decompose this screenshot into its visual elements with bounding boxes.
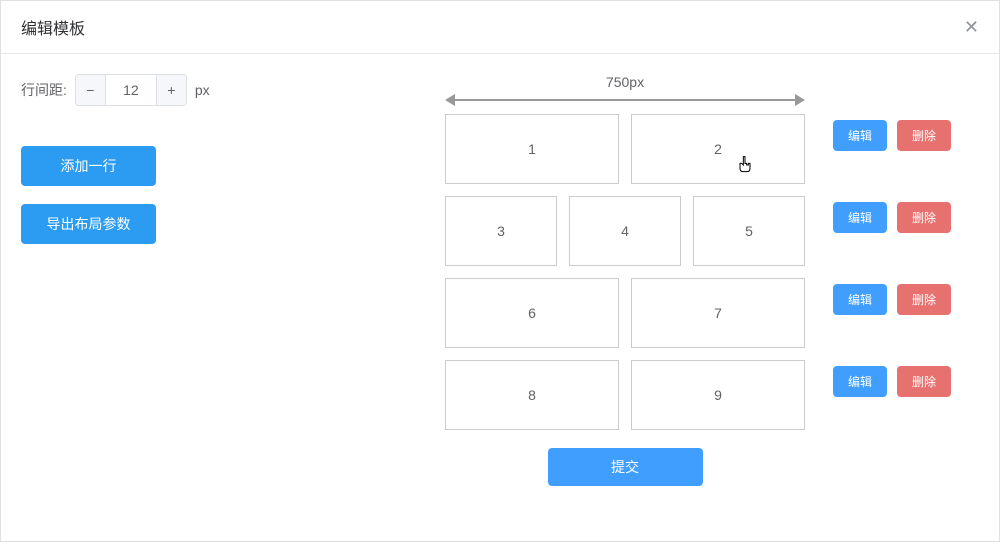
layout-area: 1 2 编辑 删除 3 4 5 编辑 (445, 114, 805, 430)
delete-row-button[interactable]: 删除 (897, 284, 951, 315)
edit-row-button[interactable]: 编辑 (833, 202, 887, 233)
edit-row-button[interactable]: 编辑 (833, 366, 887, 397)
row-actions: 编辑 删除 (833, 120, 951, 151)
add-row-button[interactable]: 添加一行 (21, 146, 156, 186)
left-panel: 行间距: − + px 添加一行 导出布局参数 (21, 74, 251, 486)
row-actions: 编辑 删除 (833, 284, 951, 315)
layout-cell[interactable]: 1 (445, 114, 619, 184)
layout-row: 3 4 5 (445, 196, 805, 266)
edit-template-modal: 编辑模板 ✕ 行间距: − + px 添加一行 导出布局参数 750px (0, 0, 1000, 542)
center-panel: 750px 1 2 编辑 删除 (271, 74, 979, 486)
row-spacing-control: 行间距: − + px (21, 74, 251, 106)
row-actions: 编辑 删除 (833, 366, 951, 397)
arrow-left-icon (445, 94, 455, 106)
delete-row-button[interactable]: 删除 (897, 120, 951, 151)
edit-row-button[interactable]: 编辑 (833, 284, 887, 315)
edit-row-button[interactable]: 编辑 (833, 120, 887, 151)
layout-cell[interactable]: 3 (445, 196, 557, 266)
spacing-stepper: − + (75, 74, 187, 106)
layout-cell[interactable]: 8 (445, 360, 619, 430)
increase-button[interactable]: + (156, 75, 186, 105)
delete-row-button[interactable]: 删除 (897, 202, 951, 233)
layout-cell[interactable]: 7 (631, 278, 805, 348)
width-ruler: 750px (445, 94, 805, 106)
layout-cell[interactable]: 9 (631, 360, 805, 430)
submit-row: 提交 (548, 448, 703, 486)
modal-body: 行间距: − + px 添加一行 导出布局参数 750px (1, 54, 999, 506)
spacing-unit: px (195, 82, 210, 98)
layout-row: 8 9 (445, 360, 805, 430)
modal-header: 编辑模板 ✕ (1, 1, 999, 54)
submit-button[interactable]: 提交 (548, 448, 703, 486)
layout-cell[interactable]: 4 (569, 196, 681, 266)
layout-cell[interactable]: 5 (693, 196, 805, 266)
layout-row: 1 2 (445, 114, 805, 184)
arrow-right-icon (795, 94, 805, 106)
close-icon[interactable]: ✕ (964, 18, 979, 36)
decrease-button[interactable]: − (76, 75, 106, 105)
row-actions: 编辑 删除 (833, 202, 951, 233)
row-spacing-label: 行间距: (21, 80, 67, 100)
delete-row-button[interactable]: 删除 (897, 366, 951, 397)
modal-title: 编辑模板 (21, 15, 85, 39)
layout-row: 6 7 (445, 278, 805, 348)
ruler-line (455, 99, 795, 101)
layout-cell[interactable]: 2 (631, 114, 805, 184)
ruler-label: 750px (606, 74, 644, 90)
export-layout-button[interactable]: 导出布局参数 (21, 204, 156, 244)
layout-cell[interactable]: 6 (445, 278, 619, 348)
spacing-input[interactable] (106, 75, 156, 105)
